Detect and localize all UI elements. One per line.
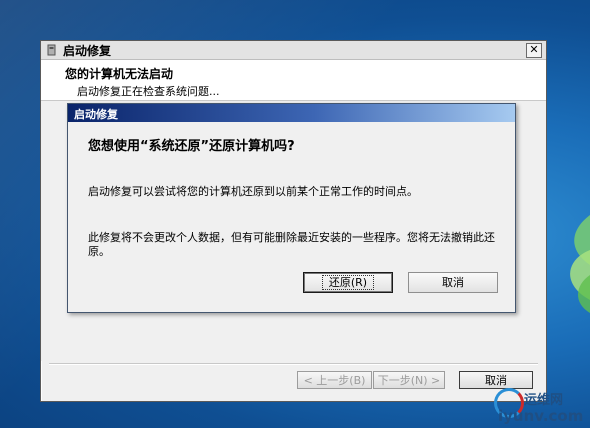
desktop-leaf-decoration	[570, 215, 590, 313]
watermark-domain: iyunv.com	[498, 407, 584, 425]
window-cancel-button[interactable]: 取消	[459, 371, 533, 389]
window-title-bar: 启动修复 ✕	[41, 41, 546, 60]
button-separator	[49, 363, 538, 365]
prompt-paragraph-2: 此修复将不会更改个人数据，但有可能删除最近安装的一些程序。您将无法撤销此还原。	[88, 231, 495, 258]
next-button[interactable]: 下一步(N) >	[373, 371, 445, 389]
prompt-paragraph-1: 启动修复可以尝试将您的计算机还原到以前某个正常工作的时间点。	[88, 185, 418, 198]
window-title: 启动修复	[63, 44, 112, 58]
prompt-title: 启动修复	[74, 108, 118, 121]
header-status: 启动修复正在检查系统问题...	[77, 85, 220, 98]
prompt-question: 您想使用“系统还原”还原计算机吗?	[88, 139, 295, 154]
restore-button-label: 还原(R)	[321, 275, 375, 290]
back-button[interactable]: < 上一步(B)	[297, 371, 372, 389]
site-watermark: 运维网 iyunv.com	[490, 388, 588, 426]
close-icon: ✕	[529, 43, 539, 56]
startup-repair-icon	[47, 44, 56, 56]
system-restore-prompt: 启动修复 您想使用“系统还原”还原计算机吗? 启动修复可以尝试将您的计算机还原到…	[67, 103, 516, 313]
prompt-title-bar: 启动修复	[68, 104, 515, 122]
prompt-cancel-button[interactable]: 取消	[408, 272, 498, 293]
close-button[interactable]: ✕	[526, 43, 542, 58]
watermark-brand: 运维网	[524, 393, 564, 408]
window-header: 您的计算机无法启动 启动修复正在检查系统问题...	[41, 60, 546, 101]
restore-button[interactable]: 还原(R)	[303, 272, 393, 293]
header-title: 您的计算机无法启动	[65, 67, 174, 81]
